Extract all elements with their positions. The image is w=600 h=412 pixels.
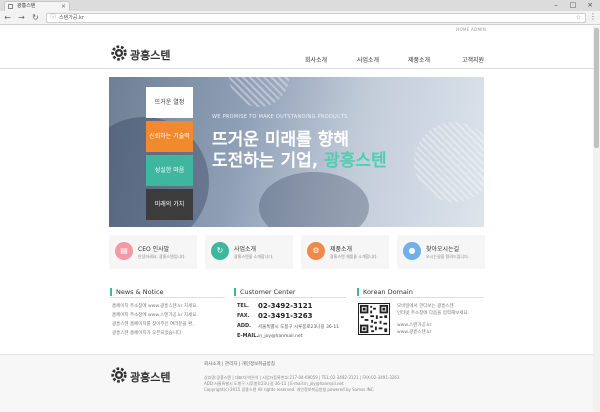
browser-tab[interactable]: 광흥스텐 × (4, 1, 70, 11)
feature-title: 찾아오시는길 (426, 246, 460, 253)
news-item[interactable]: 홈페이지 주소창에 www.광흥스텐.kr 치세요. (112, 303, 198, 309)
nav-divider (0, 68, 593, 69)
footer-links[interactable]: 회사소개 | 관리자 | 개인정보취급방침 (204, 361, 275, 367)
fax-value: 02-3491-3263 (258, 312, 313, 320)
browser-tab-bar: 광흥스텐 × – □ × (0, 0, 600, 11)
hero-subtitle: WE PROMISE TO MAKE OUTSTANDING PRODUCTS (212, 114, 348, 120)
domain-url[interactable]: www.스텐가공.kr (397, 322, 432, 328)
gear-logo-icon (111, 45, 127, 61)
fax-label: FAX. (237, 313, 250, 319)
browser-menu-icon[interactable]: ⋮ (589, 12, 597, 21)
tel-value: 02-3492-3121 (258, 302, 313, 310)
hero-banner: 뜨거운 열정 신뢰하는 기술력 성실한 마음 미래의 가치 WE PROMISE… (109, 77, 484, 227)
customer-center-divider (234, 297, 346, 298)
reload-icon[interactable]: ↻ (30, 12, 41, 23)
minimize-window-button[interactable]: – (548, 0, 564, 11)
feature-description: 안녕하세요, 광흥스텐입니다. (138, 254, 186, 259)
refresh-icon: ↻ (211, 242, 229, 260)
gear-icon: ⚙ (307, 242, 325, 260)
feature-business[interactable]: ↻ 사업소개 광흥스텐을 소개합니다. (205, 235, 293, 269)
nav-item-support[interactable]: 고객지원 (462, 55, 484, 64)
nav-item-business[interactable]: 사업소개 (357, 55, 379, 64)
feature-products[interactable]: ⚙ 제품소개 광흥스텐 제품을 소개합니다. (301, 235, 389, 269)
hero-stripe-circle (229, 77, 289, 107)
domain-text: 모바일에서 한다보는 광흥스텐 (397, 304, 454, 309)
forward-arrow-icon[interactable]: → (16, 12, 27, 23)
news-item[interactable]: 홈페이지 주소창에 www.스텐가공.kr 치세요. (112, 312, 198, 318)
feature-description: 오시는길을 알려드립니다. (426, 254, 470, 259)
feature-title: 제품소개 (330, 246, 353, 253)
korean-domain-title: Korean Domain (357, 288, 413, 296)
news-item[interactable]: 광흥스텐 홈페이지가 오픈되었습니다. (112, 330, 183, 336)
news-divider (110, 297, 225, 298)
footer-copyright: Copyright(c) 2015 광흥스텐 All rights reserv… (204, 387, 375, 392)
hero-headline-line2: 도전하는 기업, 광흥스텐 (212, 146, 387, 171)
news-title: News & Notice (110, 288, 164, 296)
feature-title: CEO 인사말 (138, 246, 170, 253)
feature-description: 광흥스텐을 소개합니다. (234, 254, 274, 259)
hero-headline-highlight: 광흥스텐 (324, 151, 387, 171)
korean-domain-divider (357, 297, 484, 298)
back-arrow-icon[interactable]: ← (2, 12, 13, 23)
hero-headline-prefix: 도전하는 기업, (212, 151, 325, 171)
document-icon: ▤ (115, 242, 133, 260)
hero-tab-passion[interactable]: 뜨거운 열정 (146, 87, 193, 118)
location-pin-icon: ● (403, 242, 421, 260)
close-tab-icon[interactable]: × (61, 2, 66, 11)
news-item[interactable]: 광흥스텐 홈페이지를 찾아주신 여러분을 환.. (112, 321, 195, 327)
info-icon[interactable]: ⓘ (50, 14, 56, 22)
browser-toolbar: ← → ↻ ⓘ 스텐가공.kr ☆ ⋮ (0, 11, 600, 25)
email-value: in_joy@hanmail.net (258, 334, 303, 339)
maximize-window-button[interactable]: □ (565, 0, 581, 11)
tel-label: TEL. (237, 303, 249, 309)
logo-text: 광흥스텐 (130, 49, 171, 62)
url-text: 스텐가공.kr (59, 15, 84, 21)
customer-center-title: Customer Center (234, 288, 296, 296)
address-value: 서울특별시 도봉구 시루봉로23나길 36-11 (258, 325, 340, 330)
footer-logo-text: 광흥스텐 (130, 371, 171, 384)
gear-logo-icon (111, 367, 127, 383)
address-bar[interactable]: ⓘ 스텐가공.kr ☆ (46, 13, 586, 23)
close-window-button[interactable]: × (582, 0, 598, 11)
qr-code-image (358, 303, 390, 335)
feature-description: 광흥스텐 제품을 소개합니다. (330, 254, 378, 259)
hero-background-shape (259, 172, 369, 227)
hero-tab-technology[interactable]: 신뢰하는 기술력 (146, 121, 193, 152)
address-label: ADD. (237, 323, 252, 329)
feature-title: 사업소개 (234, 246, 257, 253)
hero-tab-sincerity[interactable]: 성실한 마음 (146, 155, 193, 186)
page-favicon-icon (8, 4, 13, 9)
domain-text: 인터넷 주소창에 다음을 입력해보세요. (397, 311, 469, 316)
feature-ceo[interactable]: ▤ CEO 인사말 안녕하세요, 광흥스텐입니다. (109, 235, 197, 269)
bookmark-star-icon[interactable]: ☆ (576, 14, 581, 22)
tab-title: 광흥스텐 (17, 3, 36, 9)
scrollbar-thumb[interactable] (594, 28, 599, 148)
domain-url[interactable]: www.광흥스텐.kr (397, 329, 432, 335)
email-label: E-MAIL. (237, 333, 259, 339)
hero-stripe-circle (414, 122, 484, 202)
feature-directions[interactable]: ● 찾아오시는길 오시는길을 알려드립니다. (397, 235, 485, 269)
hero-tab-future[interactable]: 미래의 가치 (146, 189, 193, 220)
nav-item-products[interactable]: 제품소개 (408, 55, 430, 64)
top-utility-links[interactable]: HOME ADMIN (456, 27, 486, 32)
nav-item-company[interactable]: 회사소개 (305, 55, 327, 64)
